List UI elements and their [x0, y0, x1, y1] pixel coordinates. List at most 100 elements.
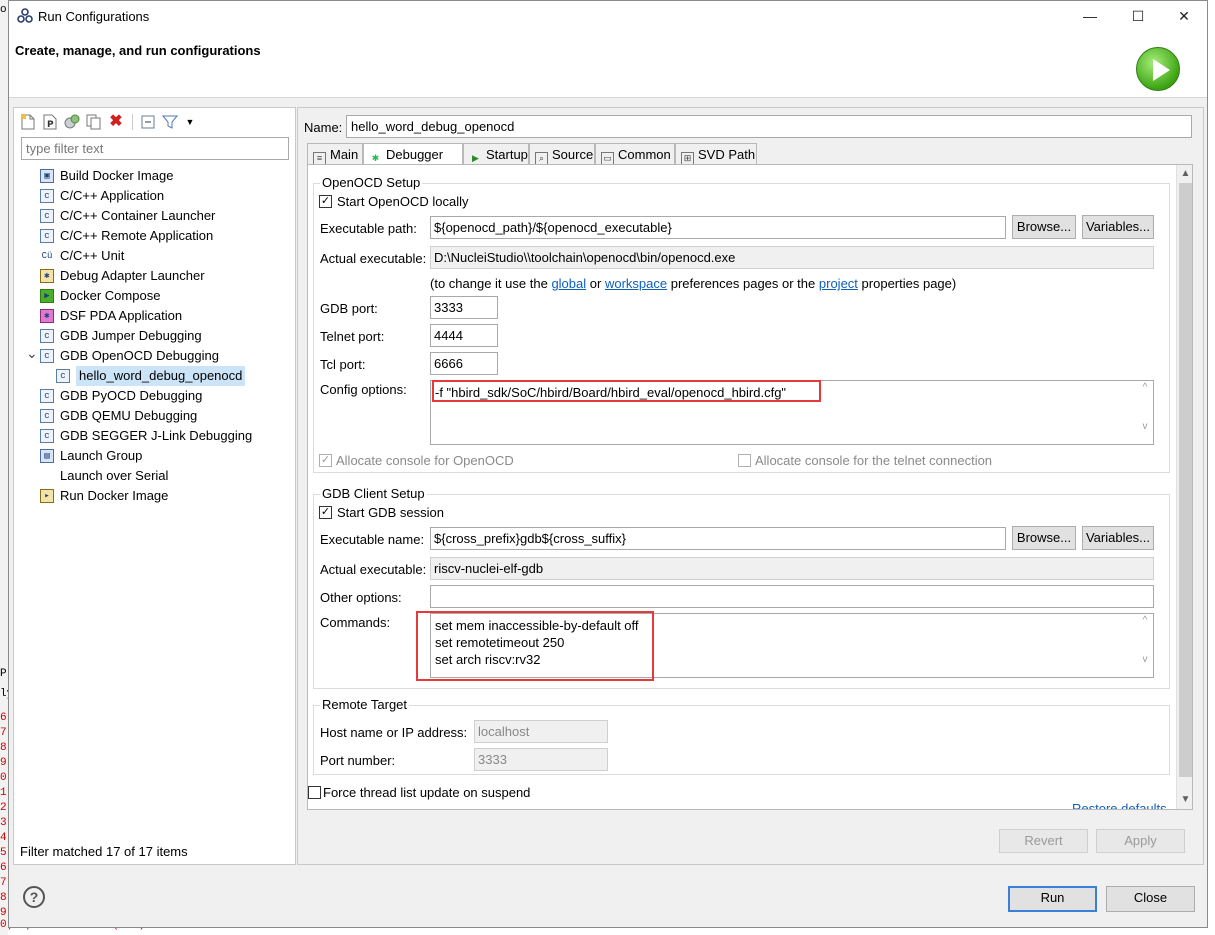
executable-name-input[interactable]: ${cross_prefix}gdb${cross_suffix} — [430, 527, 1006, 550]
tree-item[interactable]: c GDB QEMU Debugging — [14, 406, 295, 426]
actual-executable-label: Actual executable: — [320, 251, 427, 266]
background-text: 8 — [0, 892, 7, 904]
tree-item[interactable]: Cü C/C++ Unit — [14, 246, 295, 266]
textarea-scrollbar[interactable]: ^ v — [1138, 615, 1152, 676]
openocd-setup-title: OpenOCD Setup — [320, 175, 423, 190]
executable-path-input[interactable]: ${openocd_path}/${openocd_executable} — [430, 216, 1006, 239]
filter-icon[interactable] — [161, 114, 179, 130]
tree-item[interactable]: Launch over Serial — [14, 466, 295, 486]
project-link[interactable]: project — [819, 276, 858, 291]
header-title: Create, manage, and run configurations — [15, 43, 261, 58]
tree-item-label: C/C++ Remote Application — [60, 228, 214, 243]
other-options-label: Other options: — [320, 590, 402, 605]
note-text: properties page) — [861, 276, 957, 291]
filter-input[interactable]: type filter text — [21, 137, 289, 160]
help-icon[interactable]: ? — [23, 886, 45, 908]
force-thread-label: Force thread list update on suspend — [323, 785, 531, 800]
tree-item-label: GDB QEMU Debugging — [60, 408, 198, 423]
scroll-up-arrow[interactable]: ▲ — [1177, 165, 1192, 182]
alloc-telnet-checkbox[interactable] — [738, 454, 751, 467]
background-text: 7 — [0, 727, 7, 739]
gdb-browse-button[interactable]: Browse... — [1012, 526, 1076, 550]
actual-executable-value: D:\NucleiStudio\\toolchain\openocd\bin/o… — [430, 246, 1154, 269]
tree-item-label: C/C++ Unit — [60, 248, 125, 263]
gdb-port-input[interactable]: 3333 — [430, 296, 498, 319]
new-prototype-icon[interactable]: P — [42, 114, 58, 130]
host-input[interactable]: localhost — [474, 720, 608, 743]
tab-debugger[interactable]: ✱ Debugger — [363, 143, 463, 166]
scroll-down-arrow[interactable]: ▼ — [1177, 791, 1192, 808]
tree-item[interactable]: ▣ Build Docker Image — [14, 166, 295, 186]
tree-item[interactable]: ▸ Run Docker Image — [14, 486, 295, 506]
close-window-button[interactable]: ✕ — [1161, 1, 1207, 32]
name-label: Name: — [304, 120, 343, 135]
new-config-icon[interactable] — [20, 114, 36, 130]
apply-button[interactable]: Apply — [1096, 829, 1185, 853]
tree-item[interactable]: c GDB SEGGER J-Link Debugging — [14, 426, 295, 446]
gdb-variables-button[interactable]: Variables... — [1082, 526, 1154, 550]
restore-defaults-link[interactable]: Restore defaults — [1072, 801, 1167, 809]
tree-item-label: GDB OpenOCD Debugging — [60, 348, 219, 363]
config-name-input[interactable]: hello_word_debug_openocd — [346, 115, 1192, 138]
start-openocd-checkbox[interactable]: ✓ — [319, 195, 332, 208]
duplicate-icon[interactable] — [86, 114, 102, 130]
tree-item-label: C/C++ Application — [60, 188, 165, 203]
view-menu-icon[interactable]: ▼ — [182, 114, 198, 130]
tree-item[interactable]: ✱ DSF PDA Application — [14, 306, 295, 326]
panel-scrollbar[interactable]: ▲ ▼ — [1176, 165, 1192, 809]
config-highlight-box — [432, 380, 821, 402]
revert-button[interactable]: Revert — [999, 829, 1088, 853]
textarea-scrollbar[interactable]: ^ v — [1138, 382, 1152, 443]
background-text: 5 — [0, 847, 7, 859]
port-number-input[interactable]: 3333 — [474, 748, 608, 771]
collapse-all-icon[interactable] — [140, 114, 156, 130]
openocd-variables-button[interactable]: Variables... — [1082, 215, 1154, 239]
tree-item[interactable]: c C/C++ Container Launcher — [14, 206, 295, 226]
c-app-icon: c — [40, 389, 54, 403]
config-options-label: Config options: — [320, 382, 407, 397]
global-link[interactable]: global — [551, 276, 586, 291]
tab-svd-path[interactable]: ⊞ SVD Path — [675, 143, 757, 165]
tree-item-label: GDB PyOCD Debugging — [60, 388, 203, 403]
gdb-actual-executable-value: riscv-nuclei-elf-gdb — [430, 557, 1154, 580]
run-button[interactable]: Run — [1008, 886, 1097, 912]
tcl-port-input[interactable]: 6666 — [430, 352, 498, 375]
tab-main-label: Main — [330, 147, 359, 162]
workspace-link[interactable]: workspace — [605, 276, 667, 291]
export-icon[interactable] — [64, 114, 80, 130]
remote-target-group: Remote Target — [313, 697, 1170, 775]
tree-item[interactable]: c GDB Jumper Debugging — [14, 326, 295, 346]
debug-adapter-icon: ✱ — [40, 269, 54, 283]
svg-text:P: P — [47, 120, 54, 130]
host-label: Host name or IP address: — [320, 725, 468, 740]
gdb-actual-executable-label: Actual executable: — [320, 562, 427, 577]
tree-item[interactable]: ▤ Launch Group — [14, 446, 295, 466]
tree-item[interactable]: c C/C++ Application — [14, 186, 295, 206]
telnet-port-input[interactable]: 4444 — [430, 324, 498, 347]
tab-common[interactable]: ▭ Common — [595, 143, 675, 165]
tree-item[interactable]: ▶ Docker Compose — [14, 286, 295, 306]
tab-startup[interactable]: ▶ Startup — [463, 143, 529, 165]
openocd-browse-button[interactable]: Browse... — [1012, 215, 1076, 239]
maximize-button[interactable]: ☐ — [1115, 1, 1161, 32]
tree-item[interactable]: ⌄ c GDB OpenOCD Debugging — [14, 343, 295, 366]
delete-icon[interactable]: ✖ — [108, 114, 124, 130]
tree-item[interactable]: c hello_word_debug_openocd — [14, 366, 295, 386]
force-thread-checkbox[interactable] — [308, 786, 321, 799]
tree-item[interactable]: c GDB PyOCD Debugging — [14, 386, 295, 406]
c-app-icon: c — [40, 329, 54, 343]
minimize-button[interactable]: — — [1067, 1, 1113, 32]
tab-startup-label: Startup — [486, 147, 528, 162]
tab-source[interactable]: ⌕ Source — [529, 143, 595, 165]
alloc-console-checkbox[interactable]: ✓ — [319, 454, 332, 467]
other-options-input[interactable] — [430, 585, 1154, 608]
tree-item[interactable]: c C/C++ Remote Application — [14, 226, 295, 246]
tab-main[interactable]: ≡ Main — [307, 143, 363, 165]
debugger-tab-panel: OpenOCD Setup ✓ Start OpenOCD locally Ex… — [307, 164, 1193, 810]
scroll-thumb[interactable] — [1179, 183, 1192, 777]
tree-item-label: DSF PDA Application — [60, 308, 183, 323]
start-gdb-checkbox[interactable]: ✓ — [319, 506, 332, 519]
expand-chevron-icon[interactable]: ⌄ — [26, 343, 38, 363]
tree-item[interactable]: ✱ Debug Adapter Launcher — [14, 266, 295, 286]
close-button[interactable]: Close — [1106, 886, 1195, 912]
